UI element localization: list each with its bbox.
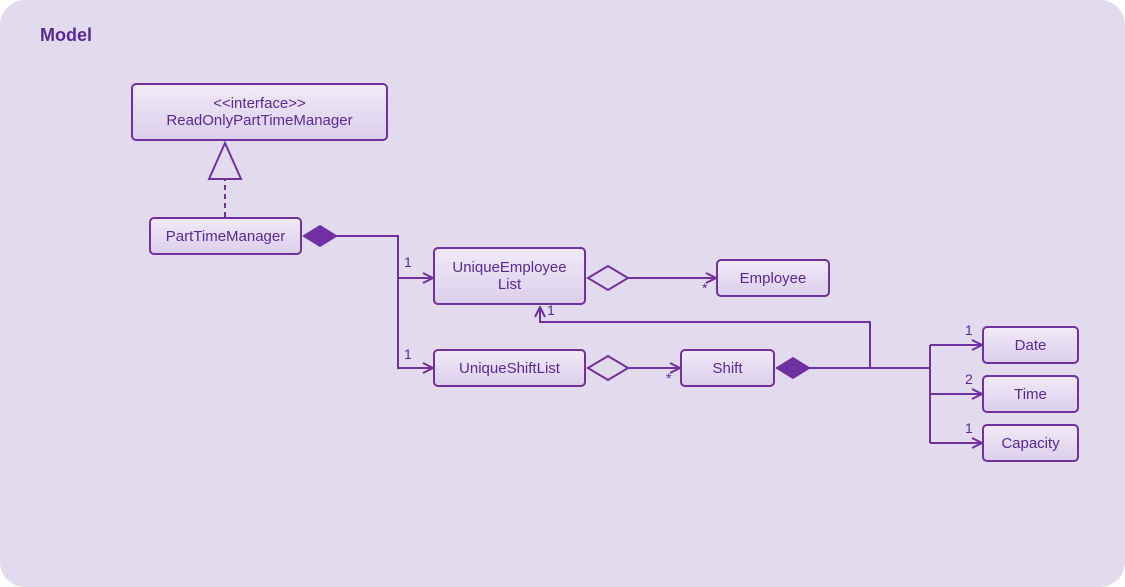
- class-shift: Shift: [680, 349, 775, 387]
- class-uniqueemployeelist: UniqueEmployee List: [433, 247, 586, 305]
- class-date: Date: [982, 326, 1079, 364]
- mult-shift-uel: 1: [547, 302, 555, 318]
- mult-usl-shift: *: [666, 370, 671, 386]
- mult-uel-emp: *: [702, 280, 707, 296]
- mult-shift-capacity: 1: [965, 420, 973, 436]
- mult-shift-time: 2: [965, 371, 973, 387]
- class-employee: Employee: [716, 259, 830, 297]
- mult-ptm-uel: 1: [404, 254, 412, 270]
- panel-title: Model: [40, 25, 92, 46]
- class-capacity: Capacity: [982, 424, 1079, 462]
- stereotype-label: <<interface>>: [213, 95, 306, 112]
- class-parttimemanager: PartTimeManager: [149, 217, 302, 255]
- class-uniqueshiftlist: UniqueShiftList: [433, 349, 586, 387]
- class-readonly-parttimemanager: <<interface>> ReadOnlyPartTimeManager: [131, 83, 388, 141]
- model-panel: Model <<interface>> ReadOnlyPartTimeMana…: [0, 0, 1125, 587]
- mult-shift-date: 1: [965, 322, 973, 338]
- class-time: Time: [982, 375, 1079, 413]
- mult-ptm-usl: 1: [404, 346, 412, 362]
- interface-name: ReadOnlyPartTimeManager: [166, 112, 352, 129]
